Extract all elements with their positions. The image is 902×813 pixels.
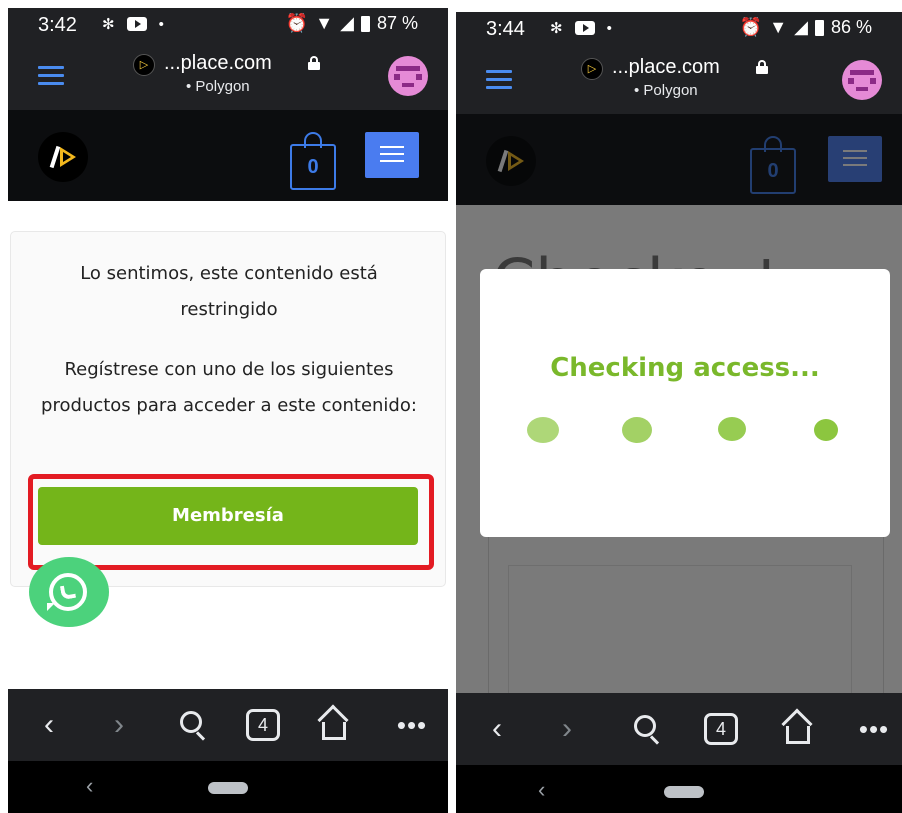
fan-icon: ✻ [550, 20, 563, 37]
network-label: • Polygon [634, 82, 698, 99]
home-icon[interactable] [780, 708, 816, 747]
dot-icon: • [158, 15, 164, 33]
page-content: Lo sentimos, este contenido está restrin… [8, 201, 448, 689]
cart-count: 0 [767, 160, 779, 182]
battery-icon [360, 15, 370, 32]
status-time: 3:42 [38, 14, 77, 36]
loading-dot [622, 417, 652, 443]
forward-icon[interactable]: › [552, 711, 582, 747]
status-bar: 3:42 ✻ • ⏰ ▼ ◢ 87 % [8, 8, 448, 44]
site-header-dimmed: 0 [456, 114, 902, 205]
lock-icon[interactable] [756, 60, 768, 74]
battery-icon [814, 19, 824, 36]
more-icon[interactable]: ••• [394, 707, 430, 743]
avatar[interactable] [388, 56, 428, 96]
site-favicon: ▷ [581, 58, 603, 80]
wifi-icon: ▼ [769, 17, 788, 37]
back-icon[interactable]: ‹ [482, 711, 512, 747]
alarm-icon: ⏰ [739, 17, 763, 37]
checking-access-modal: Checking access... [480, 269, 890, 537]
youtube-icon [574, 21, 595, 35]
site-logo[interactable] [38, 132, 88, 182]
signal-icon: ◢ [340, 13, 354, 33]
lock-icon[interactable] [308, 56, 320, 70]
site-header: 0 [8, 110, 448, 201]
home-pill[interactable] [208, 782, 248, 794]
site-favicon: ▷ [133, 54, 155, 76]
fan-icon: ✻ [102, 16, 115, 33]
tabs-icon[interactable]: 4 [704, 713, 738, 745]
menu-icon[interactable] [38, 66, 64, 86]
home-pill[interactable] [664, 786, 704, 798]
avatar[interactable] [842, 60, 882, 100]
menu-icon[interactable] [486, 70, 512, 90]
search-icon[interactable] [176, 707, 212, 743]
status-time: 3:44 [486, 18, 525, 40]
cart-icon[interactable]: 0 [290, 132, 336, 190]
signal-icon: ◢ [794, 17, 808, 37]
more-icon[interactable]: ••• [856, 711, 892, 747]
loading-dot [527, 417, 559, 443]
browser-url-bar: ▷ ...place.com • Polygon [456, 48, 902, 114]
battery-level: 86 % [830, 17, 872, 37]
url-domain[interactable]: ...place.com [612, 56, 720, 79]
dot-icon: • [606, 19, 612, 37]
browser-nav-bar: ‹ › 4 ••• [8, 689, 448, 761]
site-logo [486, 136, 536, 186]
loading-dot [814, 419, 838, 441]
cart-icon: 0 [750, 136, 796, 194]
url-domain[interactable]: ...place.com [164, 52, 272, 75]
modal-title: Checking access... [550, 353, 820, 383]
forward-icon[interactable]: › [104, 707, 134, 743]
wifi-icon: ▼ [315, 13, 334, 33]
hamburger-icon [828, 136, 882, 182]
system-nav-bar: ‹ [8, 761, 448, 813]
status-bar: 3:44 ✻ • ⏰ ▼ ◢ 86 % [456, 12, 902, 48]
phone-screen-left: 3:42 ✻ • ⏰ ▼ ◢ 87 % ▷ ...place.com • Pol… [8, 8, 448, 813]
youtube-icon [126, 17, 147, 31]
notification-icons: ✻ • [550, 19, 612, 38]
browser-nav-bar: ‹ › 4 ••• [456, 693, 902, 765]
register-instruction: Regístrese con uno de los siguientes pro… [41, 359, 417, 416]
search-icon[interactable] [630, 711, 666, 747]
system-back-icon[interactable]: ‹ [86, 773, 93, 799]
system-back-icon[interactable]: ‹ [538, 777, 545, 803]
network-label: • Polygon [186, 78, 250, 95]
hamburger-icon[interactable] [365, 132, 419, 178]
cart-count: 0 [307, 156, 319, 178]
background-form-inner [508, 565, 852, 693]
phone-screen-right: 3:44 ✻ • ⏰ ▼ ◢ 86 % ▷ ...place.com • Pol… [456, 12, 902, 813]
system-nav-bar: ‹ [456, 765, 902, 813]
loading-dot [718, 417, 746, 441]
site-header: 0 [456, 114, 902, 205]
tabs-icon[interactable]: 4 [246, 709, 280, 741]
back-icon[interactable]: ‹ [34, 707, 64, 743]
browser-url-bar: ▷ ...place.com • Polygon [8, 44, 448, 110]
system-icons: ⏰ ▼ ◢ 86 % [740, 17, 872, 38]
system-icons: ⏰ ▼ ◢ 87 % [286, 13, 418, 34]
whatsapp-icon[interactable] [29, 557, 109, 627]
restricted-message: Lo sentimos, este contenido está restrin… [80, 263, 378, 320]
membership-button[interactable]: Membresía [38, 487, 418, 545]
home-icon[interactable] [316, 704, 352, 743]
battery-level: 87 % [376, 13, 418, 33]
notification-icons: ✻ • [102, 15, 164, 34]
alarm-icon: ⏰ [285, 13, 309, 33]
